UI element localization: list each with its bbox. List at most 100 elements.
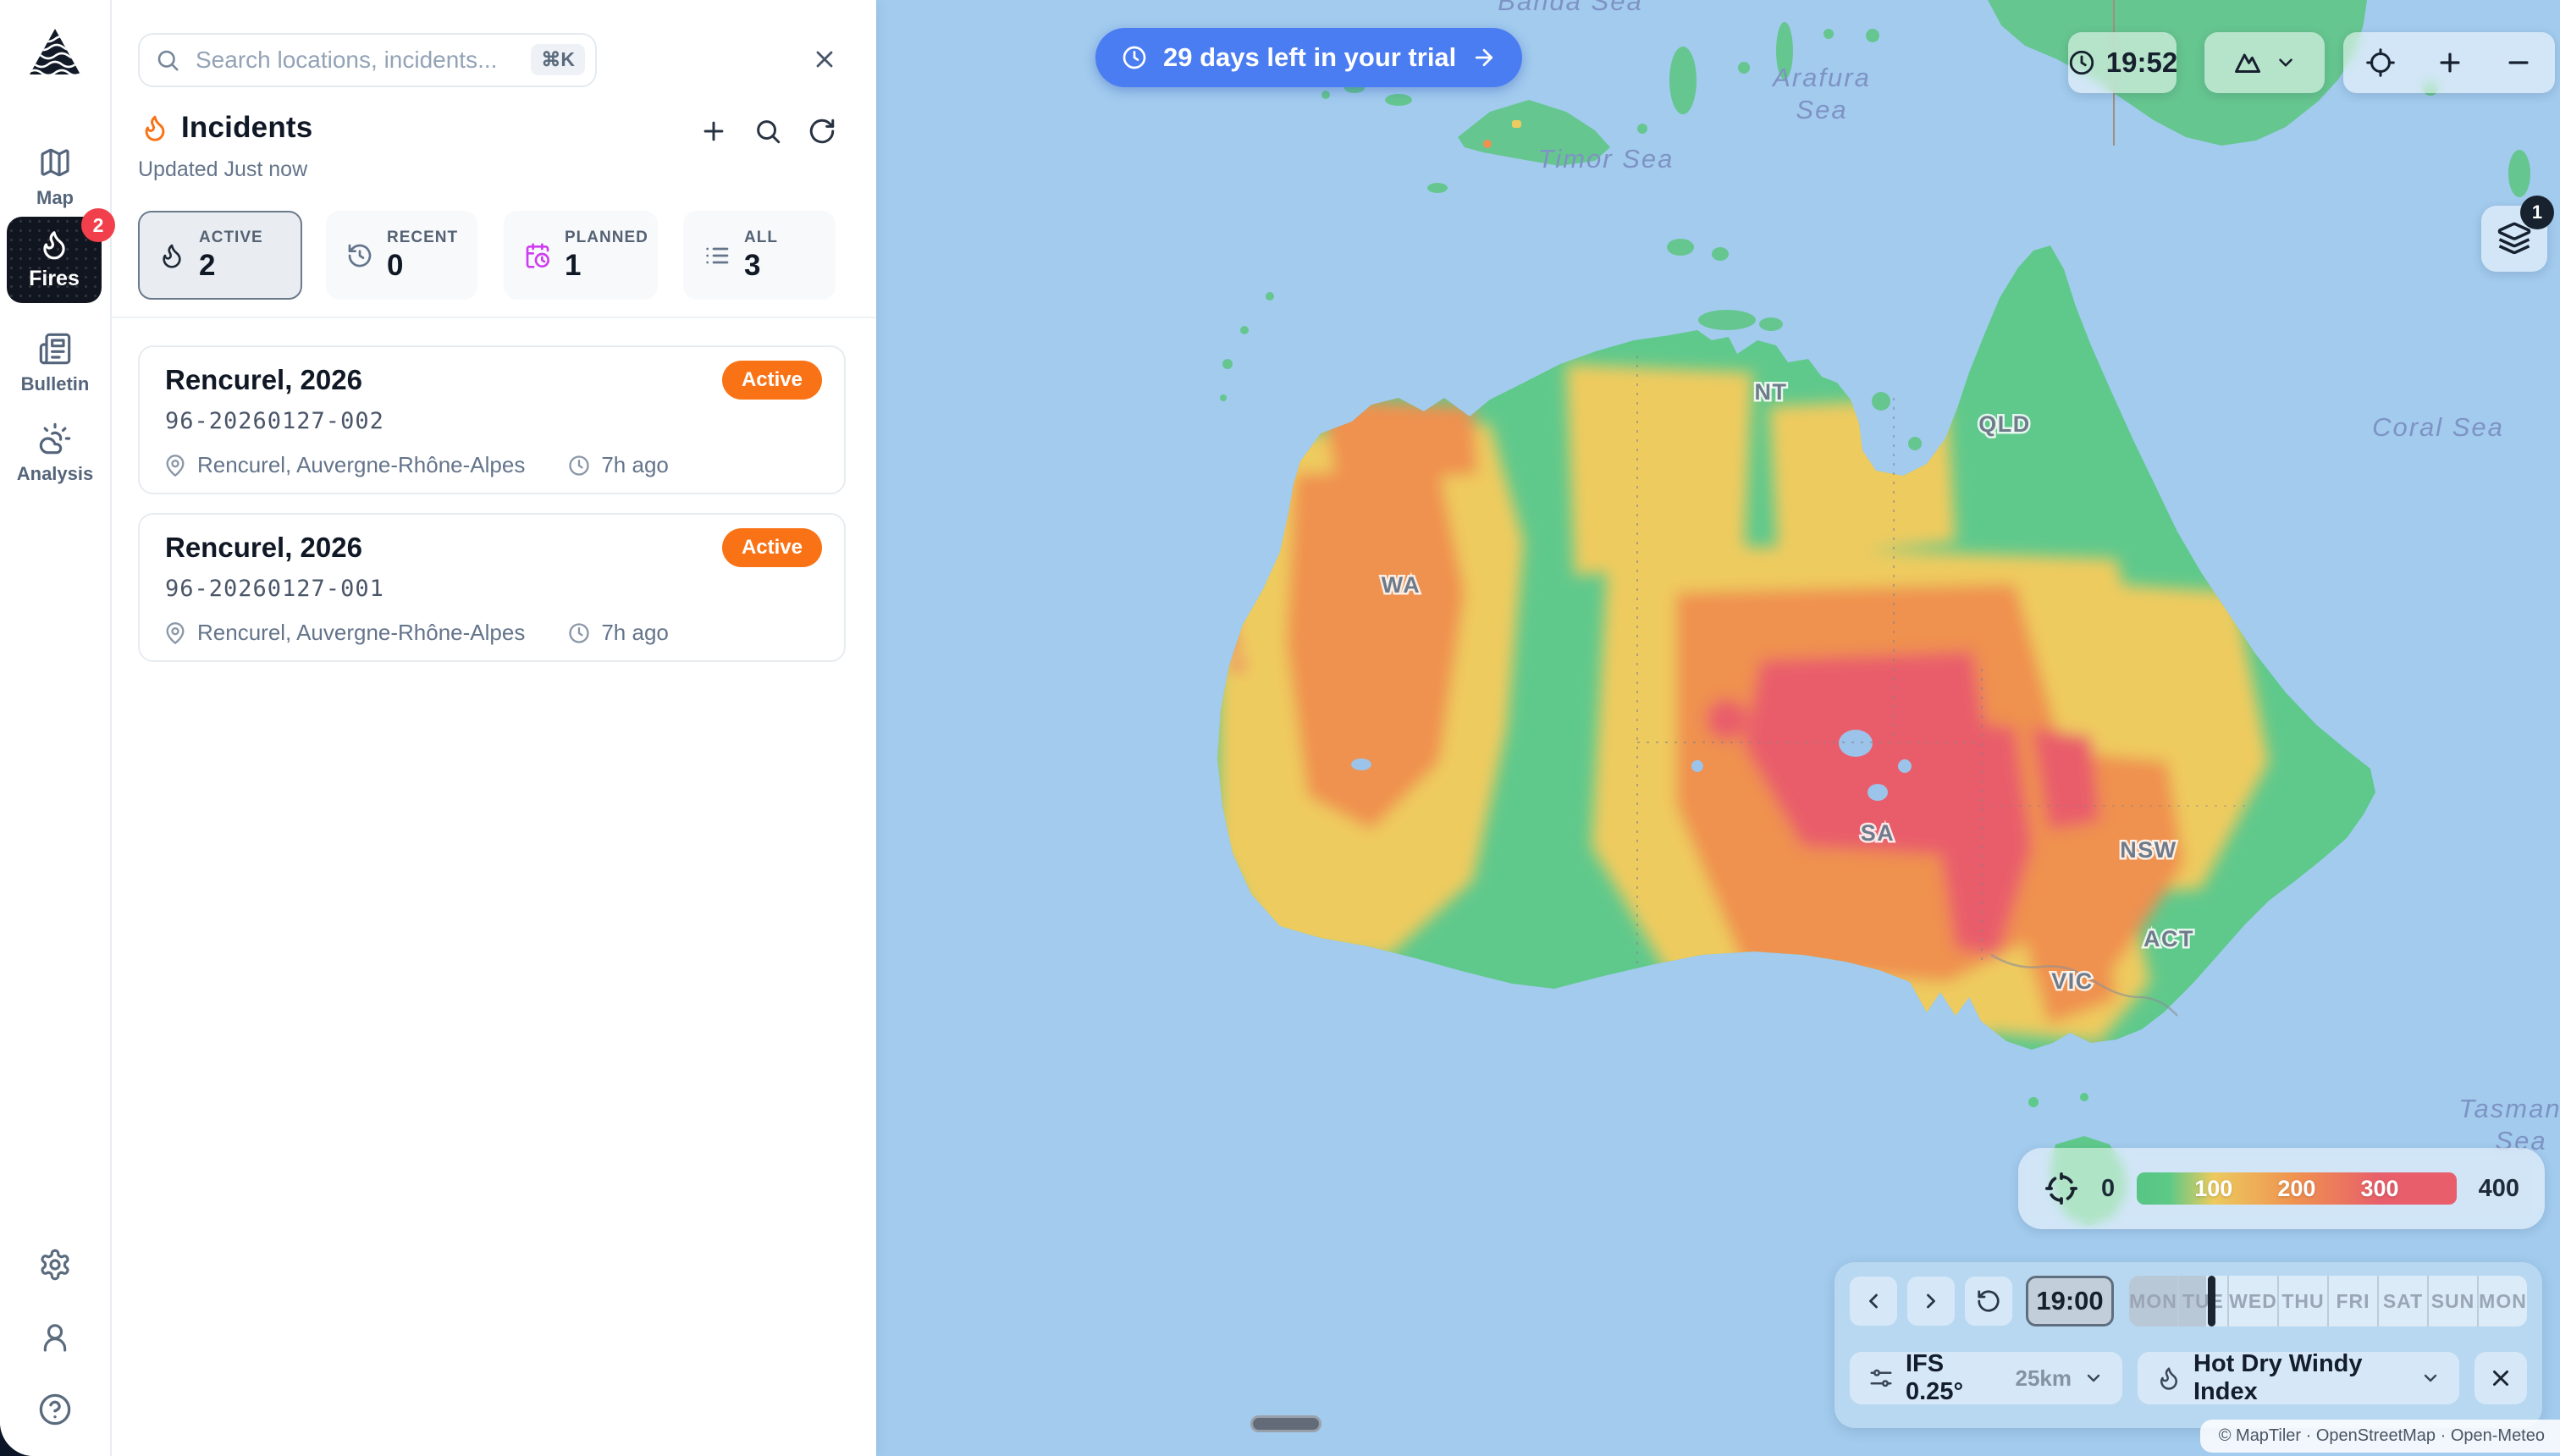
incident-time: 7h ago (601, 452, 669, 478)
panel-close-button[interactable] (806, 41, 843, 78)
sidebar-item-analysis[interactable]: Analysis (0, 422, 110, 485)
sea-label-tasman: Tasman (2458, 1094, 2560, 1123)
profile-button[interactable] (0, 1321, 110, 1354)
state-label-act: ACT (2143, 926, 2194, 951)
timeline-day[interactable]: MON (2477, 1276, 2527, 1326)
user-icon (38, 1321, 72, 1354)
map-clock-value: 19:52 (2106, 47, 2177, 79)
refresh-button[interactable] (803, 113, 841, 150)
timeline-day[interactable]: MON (2129, 1276, 2177, 1326)
search-incidents-button[interactable] (749, 113, 786, 150)
sidebar-item-label: Analysis (17, 463, 94, 485)
timeline-day-strip[interactable]: MON TUE WED THU FRI SAT SUN MON (2129, 1276, 2527, 1326)
sidebar-item-fires[interactable]: Fires 2 (7, 217, 102, 303)
layers-button[interactable]: 1 (2481, 206, 2547, 272)
model-dropdown[interactable]: IFS 0.25° 25km (1850, 1352, 2122, 1404)
close-icon (2488, 1365, 2513, 1391)
incident-title: Rencurel, 2026 (165, 364, 362, 396)
timeline-day[interactable]: WED (2227, 1276, 2277, 1326)
timeline-day[interactable]: SUN (2427, 1276, 2477, 1326)
updated-status: Updated Just now (138, 157, 307, 182)
calendar-clock-icon (524, 242, 551, 269)
status-badge: Active (722, 361, 822, 400)
chevron-down-icon (2275, 52, 2297, 74)
rotate-ccw-icon (1976, 1288, 2001, 1314)
sea-label-coral: Coral Sea (2372, 412, 2504, 442)
timeline-panel: 19:00 MON TUE WED THU FRI SAT SUN MON (1834, 1262, 2542, 1428)
index-name: Hot Dry Windy Index (2193, 1350, 2408, 1406)
sidebar-item-map[interactable]: Map (0, 146, 110, 209)
chevron-left-icon (1862, 1289, 1885, 1313)
trial-banner[interactable]: 29 days left in your trial (1095, 28, 1522, 87)
state-label-wa: WA (1382, 572, 1421, 598)
sidebar-item-label: Map (36, 187, 74, 209)
map-controls (2343, 32, 2555, 93)
add-incident-button[interactable] (695, 113, 732, 150)
target-icon (2044, 1171, 2079, 1206)
timeline-cursor[interactable] (2208, 1276, 2215, 1326)
sea-label-arafura: Arafura (1771, 63, 1871, 92)
plus-icon (2436, 48, 2464, 77)
locate-button[interactable] (2365, 47, 2396, 78)
flame-icon (158, 242, 185, 269)
incident-location: Rencurel, Auvergne-Rhône-Alpes (197, 620, 525, 646)
index-legend: 0 100 200 300 400 (2018, 1148, 2545, 1229)
map-pin-icon (163, 454, 187, 477)
mountain-icon (2232, 47, 2263, 78)
model-name: IFS 0.25° (1906, 1350, 2004, 1406)
timeline-prev-button[interactable] (1850, 1277, 1897, 1326)
state-label-nsw: NSW (2120, 837, 2177, 863)
clock-icon (567, 621, 591, 645)
timeline-day[interactable]: SAT (2377, 1276, 2427, 1326)
chevron-down-icon (2420, 1368, 2441, 1388)
map-canvas[interactable]: Banda Sea Arafura Sea Timor Sea Coral Se… (876, 0, 2560, 1456)
newspaper-icon (38, 332, 72, 366)
state-label-nt: NT (1755, 379, 1788, 405)
timeline-reset-button[interactable] (1965, 1277, 2012, 1326)
incident-card[interactable]: Rencurel, 2026 Active 96-20260127-001 Re… (138, 513, 846, 662)
incidents-header: Incidents (141, 111, 312, 145)
map-pin-icon (163, 621, 187, 645)
filter-all[interactable]: ALL3 (683, 211, 836, 300)
crosshair-icon (2365, 47, 2396, 78)
legend-gradient-bar: 100 200 300 (2137, 1172, 2456, 1205)
incident-card[interactable]: Rencurel, 2026 Active 96-20260127-002 Re… (138, 345, 846, 494)
timeline-time-button[interactable]: 19:00 (2026, 1276, 2114, 1326)
state-label-vic: VIC (2051, 968, 2094, 994)
legend-tick: 200 (2277, 1176, 2315, 1202)
flame-icon (38, 229, 70, 261)
trial-banner-label: 29 days left in your trial (1163, 42, 1456, 73)
list-icon (703, 242, 731, 269)
timeline-day[interactable]: TUE (2177, 1276, 2227, 1326)
zoom-out-button[interactable] (2504, 48, 2533, 77)
filter-active[interactable]: ACTIVE2 (138, 211, 302, 300)
search-input[interactable] (138, 33, 597, 87)
chevron-right-icon (1919, 1289, 1943, 1313)
map-icon (38, 146, 72, 179)
terrain-dropdown[interactable] (2204, 32, 2325, 93)
search-box: ⌘K (138, 33, 597, 87)
zoom-in-button[interactable] (2436, 48, 2464, 77)
timeline-day[interactable]: THU (2277, 1276, 2327, 1326)
legend-min: 0 (2101, 1175, 2115, 1203)
timeline-close-button[interactable] (2474, 1352, 2527, 1404)
help-button[interactable] (0, 1392, 110, 1427)
clock-icon (2067, 48, 2096, 77)
arrow-right-icon (1471, 45, 1497, 70)
filter-planned[interactable]: PLANNED1 (504, 211, 658, 300)
sidebar-item-bulletin[interactable]: Bulletin (0, 332, 110, 395)
timeline-next-button[interactable] (1907, 1277, 1955, 1326)
search-icon (155, 47, 180, 73)
sidebar-item-label: Fires (29, 267, 80, 291)
filter-recent[interactable]: RECENT0 (326, 211, 477, 300)
timeline-day[interactable]: FRI (2327, 1276, 2377, 1326)
fires-count-badge: 2 (81, 208, 115, 242)
settings-button[interactable] (0, 1248, 110, 1282)
svg-text:Sea: Sea (1796, 95, 1847, 124)
sea-label-banda: Banda Sea (1498, 0, 1642, 16)
map-clock: 19:52 (2068, 32, 2177, 93)
clock-icon (1121, 44, 1148, 71)
drag-handle[interactable] (1250, 1415, 1321, 1432)
incident-location: Rencurel, Auvergne-Rhône-Alpes (197, 452, 525, 478)
index-dropdown[interactable]: Hot Dry Windy Index (2138, 1352, 2459, 1404)
